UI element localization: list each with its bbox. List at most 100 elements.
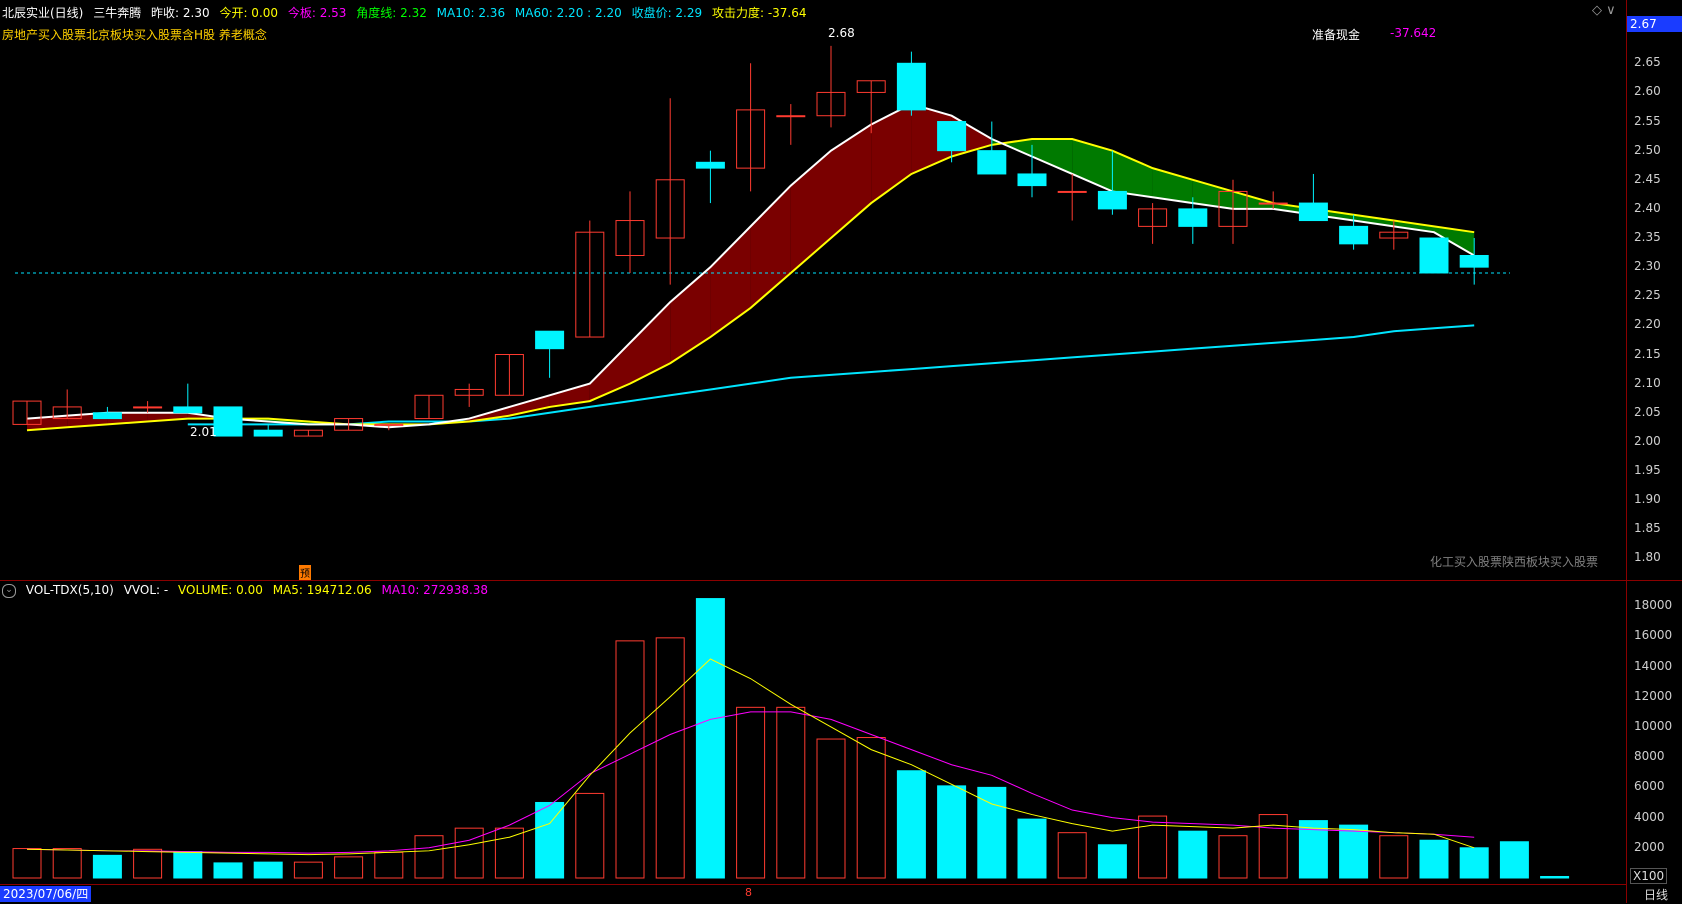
candle-body xyxy=(1339,225,1369,245)
candle-body xyxy=(253,429,283,437)
candle-body xyxy=(1178,208,1208,227)
volume-bar xyxy=(1017,818,1047,879)
candle-body xyxy=(173,406,203,414)
volume-chart[interactable] xyxy=(0,580,1626,882)
candle-body xyxy=(1459,254,1489,268)
side-note: 化工买入股票陕西板块买入股票 xyxy=(1430,555,1599,569)
ma-band-segment xyxy=(630,302,671,384)
candle-body xyxy=(133,406,163,409)
price-tick: 1.85 xyxy=(1634,521,1661,536)
price-tick: 2.55 xyxy=(1634,113,1661,128)
volume-bar xyxy=(1379,835,1409,879)
volume-bar xyxy=(695,598,725,879)
volume-bar xyxy=(1499,841,1529,879)
price-tick: 2.45 xyxy=(1634,171,1661,186)
volume-tick: 10000 xyxy=(1634,718,1673,733)
candle-body xyxy=(937,121,967,152)
volume-bar xyxy=(213,862,243,879)
candle-body xyxy=(213,406,243,437)
high-label: 2.68 xyxy=(828,26,855,40)
price-chart[interactable] xyxy=(0,0,1626,580)
bottom-bar xyxy=(0,884,1626,904)
volume-bar xyxy=(1097,844,1127,879)
volume-bar xyxy=(454,827,484,879)
candle-body xyxy=(1258,202,1288,205)
volume-bar xyxy=(173,851,203,879)
candle-body xyxy=(1057,190,1087,193)
volume-bar xyxy=(1339,824,1369,879)
candle-body xyxy=(535,330,565,350)
price-tick: 2.65 xyxy=(1634,55,1661,70)
volume-bar xyxy=(856,737,886,879)
price-tick: 2.35 xyxy=(1634,230,1661,245)
pre-mark: 预 xyxy=(299,565,311,580)
volume-bar xyxy=(535,801,565,879)
volume-bar xyxy=(12,848,42,879)
volume-bar xyxy=(374,851,404,879)
volume-bar xyxy=(575,792,605,879)
candle-body xyxy=(1419,237,1449,274)
volume-tick: 4000 xyxy=(1634,809,1665,824)
price-tick: 2.50 xyxy=(1634,142,1661,157)
volume-bar xyxy=(494,827,524,879)
volume-bar xyxy=(896,770,926,879)
price-tick: 2.25 xyxy=(1634,288,1661,303)
price-tick: 2.00 xyxy=(1634,433,1661,448)
candle-body xyxy=(896,62,926,111)
volume-tick: 6000 xyxy=(1634,779,1665,794)
price-tick: 2.60 xyxy=(1634,84,1661,99)
volume-tick: 14000 xyxy=(1634,658,1673,673)
current-price-tag: 2.67 xyxy=(1627,16,1682,32)
candle-body xyxy=(92,412,122,420)
ma60-line xyxy=(187,324,1475,426)
volume-tick: 16000 xyxy=(1634,628,1673,643)
low-label: 2.01 xyxy=(190,425,217,439)
volume-bar xyxy=(816,738,846,879)
volume-bar xyxy=(1459,847,1489,879)
price-tick: 1.90 xyxy=(1634,492,1661,507)
price-tick: 2.20 xyxy=(1634,317,1661,332)
scale-tag[interactable]: X100 xyxy=(1630,868,1668,884)
volume-bar xyxy=(293,861,323,879)
vol-ma10-line xyxy=(26,711,1475,854)
right-axis xyxy=(1626,0,1682,903)
period-tag[interactable]: 日线 xyxy=(1644,886,1668,903)
volume-bar xyxy=(1419,839,1449,879)
volume-bar xyxy=(776,706,806,879)
price-tick: 2.40 xyxy=(1634,200,1661,215)
volume-bar xyxy=(1218,835,1248,879)
volume-bar xyxy=(92,854,122,879)
candle-body xyxy=(374,423,404,426)
vol-ma5-line xyxy=(26,658,1475,856)
volume-bar xyxy=(334,856,364,879)
volume-tick: 8000 xyxy=(1634,749,1665,764)
candle-body xyxy=(1097,190,1127,210)
candle-body xyxy=(977,150,1007,175)
volume-tick: 2000 xyxy=(1634,839,1665,854)
volume-bar xyxy=(1540,875,1570,879)
volume-bar xyxy=(253,861,283,879)
volume-tick: 12000 xyxy=(1634,688,1673,703)
price-tick: 1.80 xyxy=(1634,550,1661,565)
ma-band-segment xyxy=(670,267,711,364)
ma-band-segment xyxy=(1032,139,1073,174)
cursor-mark: 8 xyxy=(745,886,752,899)
volume-bar xyxy=(133,848,163,879)
price-tick: 1.95 xyxy=(1634,462,1661,477)
volume-tick: 18000 xyxy=(1634,598,1673,613)
volume-bar xyxy=(1178,830,1208,879)
price-tick: 2.05 xyxy=(1634,404,1661,419)
volume-bar xyxy=(1258,814,1288,879)
price-tick: 2.15 xyxy=(1634,346,1661,361)
ma-band-segment xyxy=(710,226,751,338)
date-tag: 2023/07/06/四 xyxy=(0,886,92,902)
volume-bar xyxy=(655,637,685,879)
candle-body xyxy=(1017,173,1047,187)
price-tick: 2.30 xyxy=(1634,259,1661,274)
candle-body xyxy=(776,115,806,118)
candle-body xyxy=(695,161,725,169)
volume-bar xyxy=(52,848,82,879)
volume-bar xyxy=(977,786,1007,879)
candle-body xyxy=(1298,202,1328,222)
volume-bar xyxy=(414,835,444,879)
